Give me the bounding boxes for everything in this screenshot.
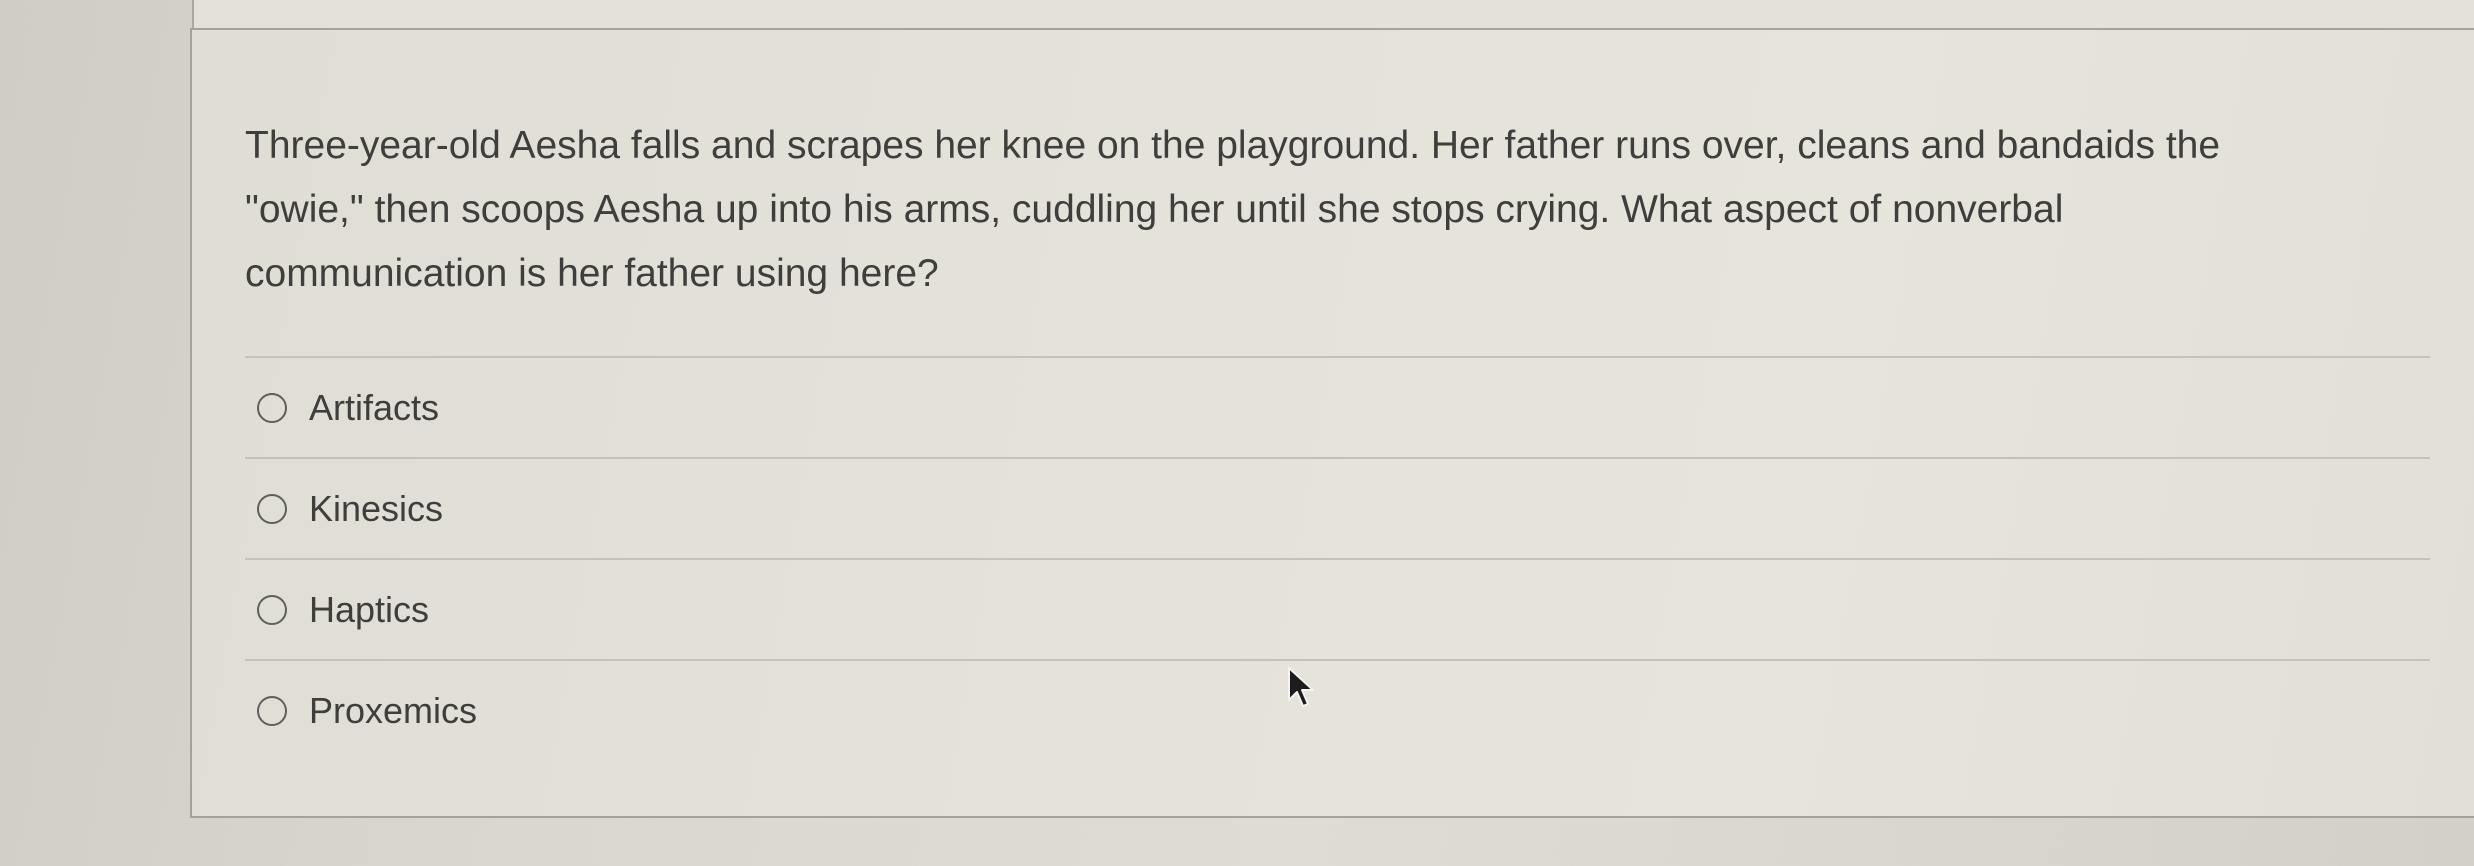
option-label: Haptics	[309, 588, 430, 630]
option-label: Kinesics	[309, 487, 444, 529]
question-card: Three-year-old Aesha falls and scrapes h…	[190, 28, 2474, 818]
option-label: Artifacts	[309, 386, 440, 428]
answer-options: Artifacts Kinesics Haptics Proxemics	[245, 356, 2430, 760]
mouse-pointer-icon	[1288, 667, 1314, 707]
radio-button-icon[interactable]	[257, 594, 287, 625]
option-proxemics[interactable]: Proxemics	[245, 659, 2430, 760]
option-kinesics[interactable]: Kinesics	[245, 457, 2430, 558]
option-artifacts[interactable]: Artifacts	[245, 356, 2430, 457]
radio-button-icon[interactable]	[257, 392, 287, 423]
option-haptics[interactable]: Haptics	[245, 558, 2430, 659]
radio-button-icon[interactable]	[257, 695, 287, 726]
option-label: Proxemics	[309, 689, 478, 731]
question-text: Three-year-old Aesha falls and scrapes h…	[245, 124, 2221, 295]
radio-button-icon[interactable]	[257, 493, 287, 524]
